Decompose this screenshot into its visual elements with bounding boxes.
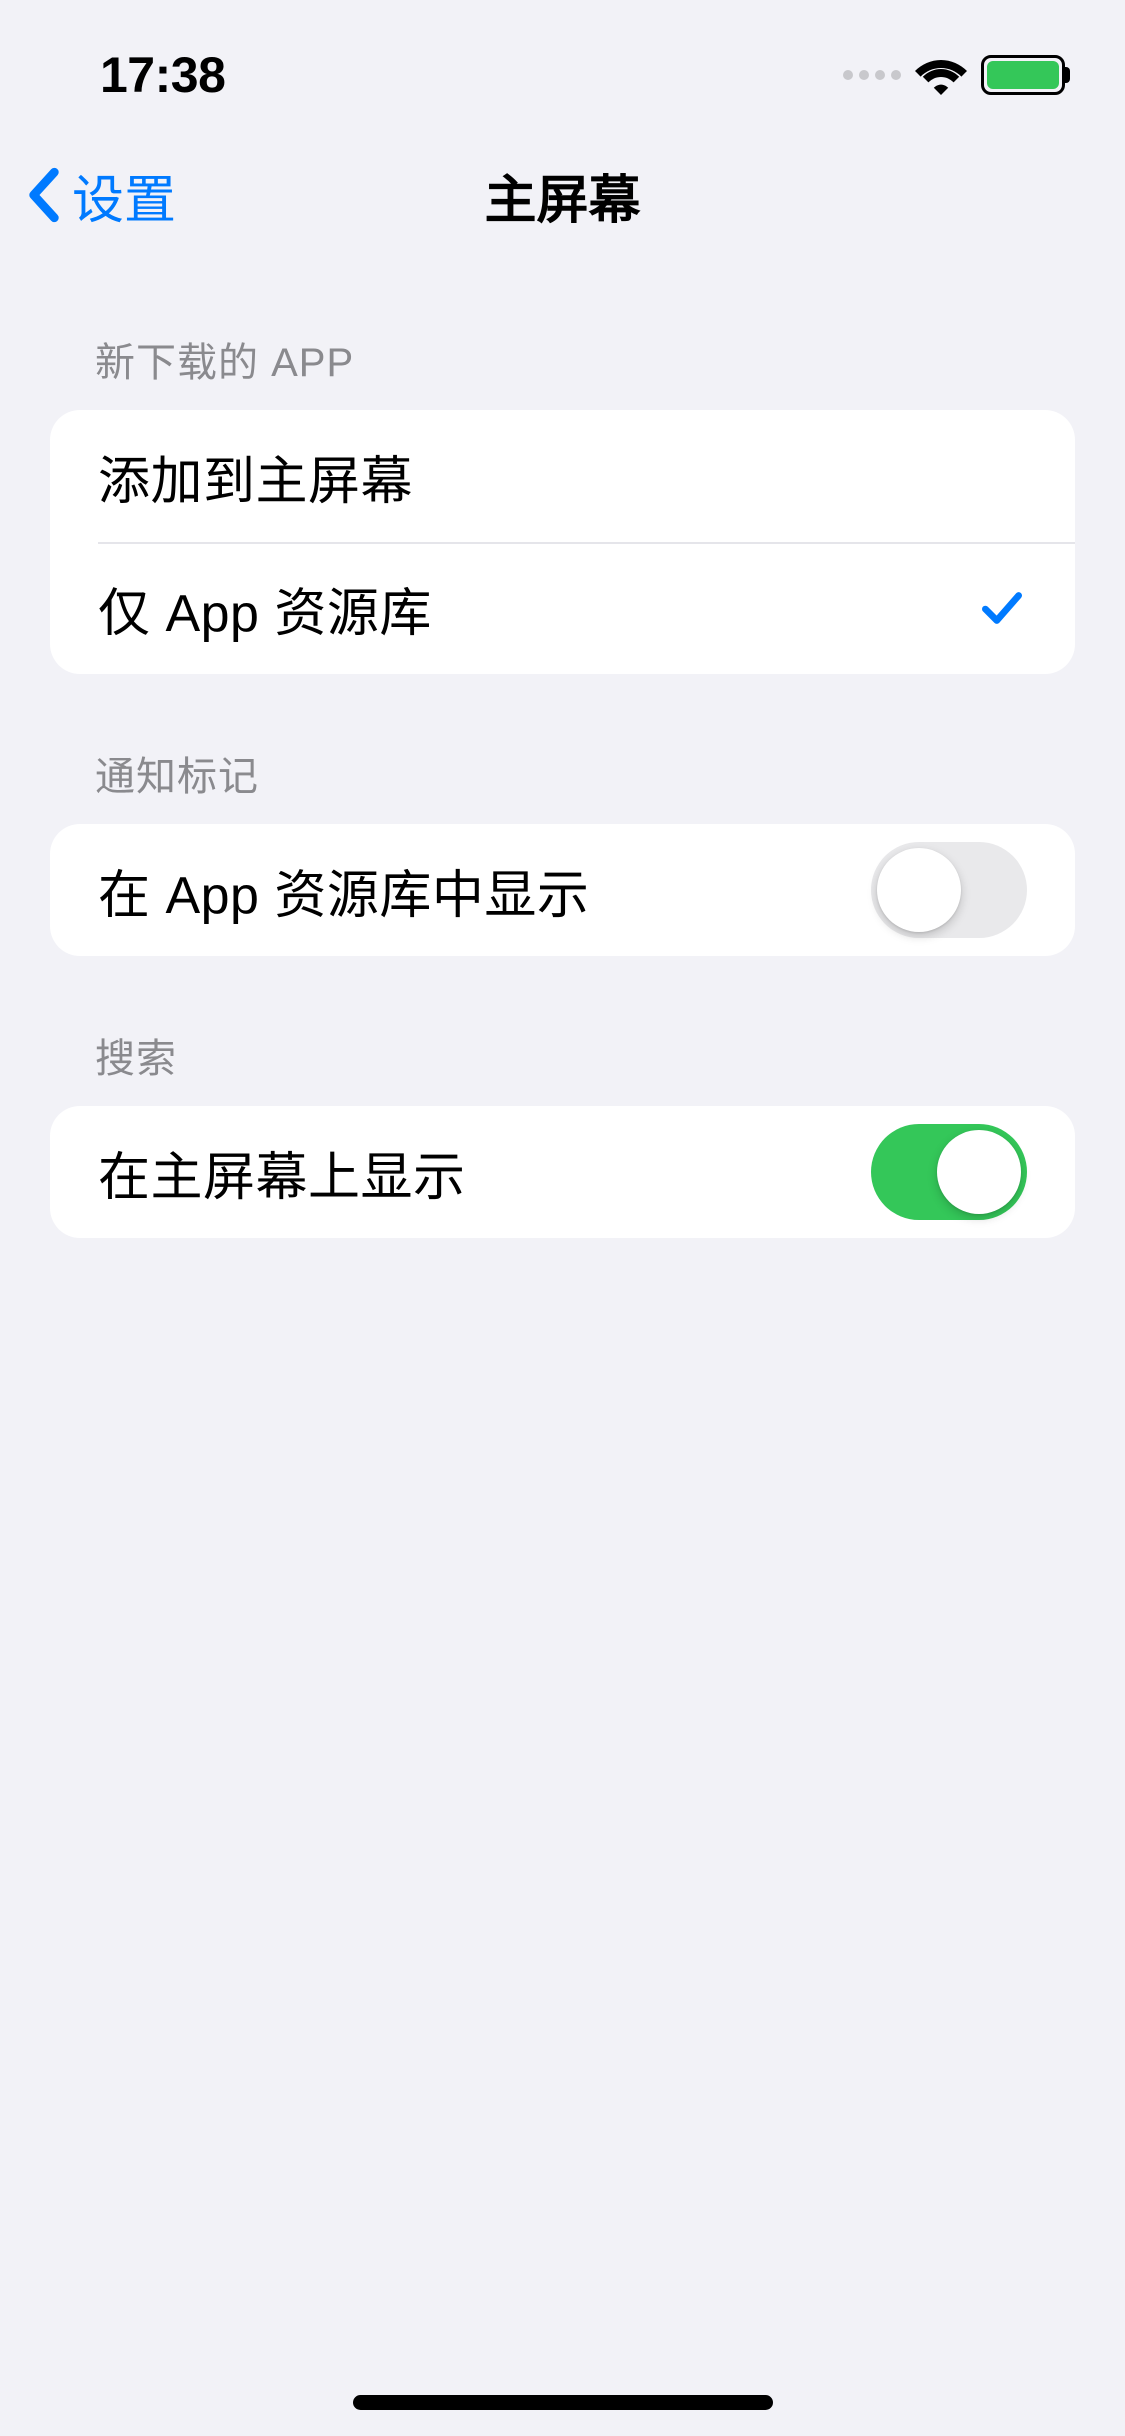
section-header: 新下载的 APP (50, 330, 1075, 410)
back-label: 设置 (72, 158, 176, 233)
option-add-to-home-screen[interactable]: 添加到主屏幕 (50, 410, 1075, 542)
row-label: 在 App 资源库中显示 (98, 853, 589, 928)
option-label: 仅 App 资源库 (98, 571, 432, 646)
wifi-icon (915, 55, 967, 95)
nav-bar: 设置 主屏幕 (0, 130, 1125, 260)
page-title: 主屏幕 (484, 158, 640, 233)
status-time: 17:38 (100, 46, 225, 104)
section-group: 在 App 资源库中显示 (50, 824, 1075, 956)
row-show-on-home-screen: 在主屏幕上显示 (50, 1106, 1075, 1238)
chevron-left-icon (24, 166, 64, 224)
checkmark-icon (977, 583, 1027, 633)
section-newly-downloaded: 新下载的 APP 添加到主屏幕 仅 App 资源库 (0, 330, 1125, 674)
section-notification-badges: 通知标记 在 App 资源库中显示 (0, 744, 1125, 956)
section-group: 添加到主屏幕 仅 App 资源库 (50, 410, 1075, 674)
home-indicator (353, 2395, 773, 2410)
status-bar: 17:38 (0, 0, 1125, 130)
cellular-signal-icon (843, 70, 901, 80)
toggle-show-in-app-library[interactable] (871, 842, 1027, 938)
section-group: 在主屏幕上显示 (50, 1106, 1075, 1238)
back-button[interactable]: 设置 (20, 158, 176, 233)
toggle-show-on-home-screen[interactable] (871, 1124, 1027, 1220)
option-app-library-only[interactable]: 仅 App 资源库 (50, 542, 1075, 674)
section-search: 搜索 在主屏幕上显示 (0, 1026, 1125, 1238)
section-header: 通知标记 (50, 744, 1075, 824)
status-indicators (843, 55, 1065, 95)
row-show-in-app-library: 在 App 资源库中显示 (50, 824, 1075, 956)
option-label: 添加到主屏幕 (98, 439, 413, 514)
battery-icon (981, 55, 1065, 95)
row-label: 在主屏幕上显示 (98, 1135, 466, 1210)
section-header: 搜索 (50, 1026, 1075, 1106)
